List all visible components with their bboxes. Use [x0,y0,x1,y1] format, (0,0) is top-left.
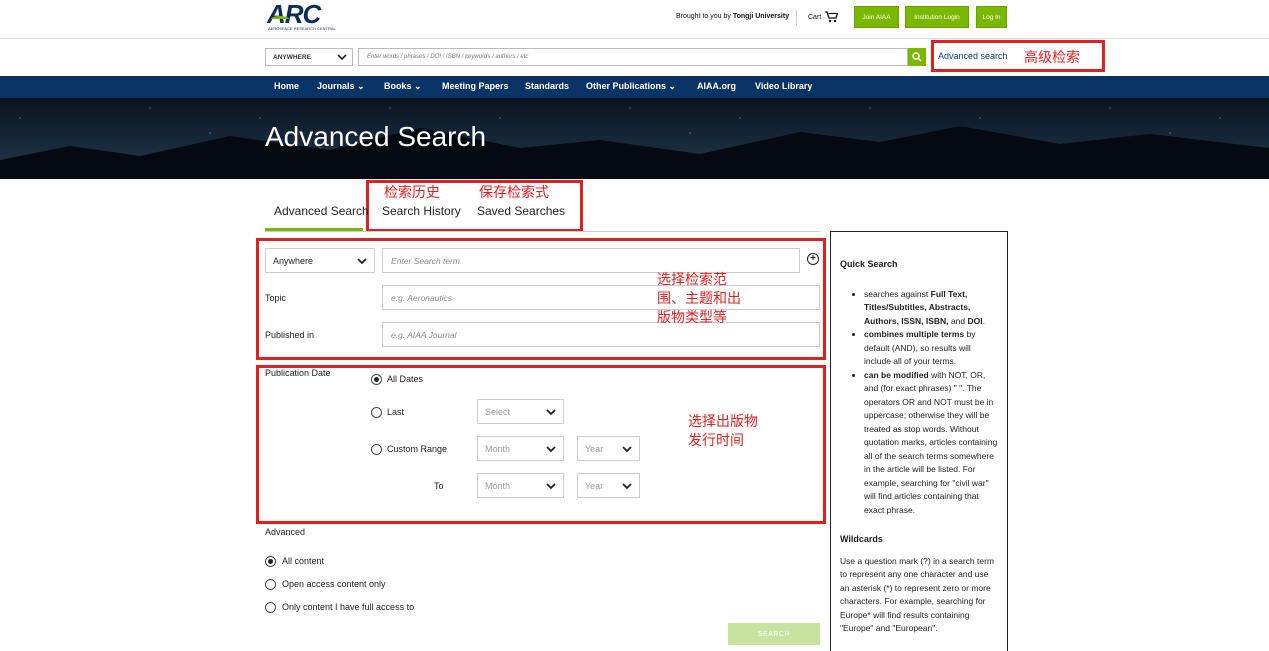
brought-to-you: Brought to you by Tongji University [676,13,790,20]
all-dates-label: All Dates [387,374,424,384]
annotation-advanced: 高级检索 [1024,50,1080,66]
list-item: can be modified with NOT, OR, and (for e… [864,369,998,518]
divider [0,38,1269,39]
help-list: searches against Full Text, Titles/Subti… [840,288,998,518]
from-year-select[interactable]: Year [577,436,640,461]
active-tab-indicator [265,228,363,231]
search-button[interactable] [908,48,926,66]
open-access-label: Open access content only [282,579,386,589]
arc-logo[interactable]: ARC AEROSPACE RESEARCH CENTRAL [267,0,337,34]
published-in-input[interactable]: e.g. AIAA Journal [382,322,820,347]
top-bar: ARC AEROSPACE RESEARCH CENTRAL Brought t… [0,0,1269,38]
mountain-silhouette [0,126,1269,179]
tab-saved-searches[interactable]: Saved Searches [477,204,565,218]
chevron-down-icon [337,54,347,61]
logo-swoosh-icon [271,16,289,22]
radio-full-access[interactable] [265,602,276,613]
chevron-down-icon: ⌄ [668,81,677,91]
add-field-icon[interactable]: + [807,253,819,265]
search-input[interactable]: Enter words / phrases / DOI / ISBN / key… [358,48,908,66]
chevron-down-icon [546,483,556,490]
last-label: Last [387,407,405,417]
last-period-select[interactable]: Select [477,399,564,424]
tab-divider [265,231,820,232]
list-item: searches against Full Text, Titles/Subti… [864,288,998,329]
chevron-down-icon: ⌄ [357,81,365,91]
tab-advanced-search[interactable]: Advanced Search [274,204,369,218]
join-aiaa-button[interactable]: Join AIAA [854,6,899,28]
nav-other-publications[interactable]: Other Publications ⌄ [586,81,676,92]
wildcards-text: Use a question mark (?) in a search term… [840,555,995,634]
to-month-select[interactable]: Month [477,473,564,498]
to-label: To [434,481,444,491]
from-month-select[interactable]: Month [477,436,564,461]
chevron-down-icon [622,446,632,453]
hero-banner: Advanced Search [0,98,1269,179]
cart-link[interactable]: Cart [808,11,839,23]
topic-label: Topic [265,293,287,303]
cart-label: Cart [808,13,822,21]
full-access-label: Only content I have full access to [282,602,415,612]
nav-meeting-papers[interactable]: Meeting Papers [442,81,509,91]
chevron-down-icon: ⌄ [414,81,422,91]
chevron-down-icon [622,483,632,490]
login-button[interactable]: Log In [976,6,1007,28]
page-title: Advanced Search [265,121,487,152]
search-scope-select[interactable]: ANYWHERE [265,48,353,66]
published-in-label: Published in [265,330,315,340]
annotation-date: 选择出版物 发行时间 [688,414,758,449]
nav-aiaa-org[interactable]: AIAA.org [697,81,736,91]
nav-home[interactable]: Home [274,81,299,91]
chevron-down-icon [357,258,367,265]
logo-subtitle: AEROSPACE RESEARCH CENTRAL [268,26,336,31]
list-item: combines multiple terms by default (AND)… [864,328,998,369]
submit-search-button[interactable]: SEARCH [728,623,820,645]
nav-journals[interactable]: Journals ⌄ [317,81,365,92]
annotation-history: 检索历史 [384,185,440,201]
wildcards-heading: Wildcards [840,534,883,544]
tab-search-history[interactable]: Search History [382,204,461,218]
nav-standards[interactable]: Standards [525,81,569,91]
custom-range-label: Custom Range [387,444,448,454]
radio-last[interactable] [371,407,382,418]
all-content-label: All content [282,556,325,566]
nav-video-library[interactable]: Video Library [755,81,812,91]
chevron-down-icon [546,409,556,416]
main-nav: Home Journals ⌄ Books ⌄ Meeting Papers S… [0,76,1269,98]
search-icon [912,52,922,62]
radio-all-content[interactable] [265,556,276,567]
advanced-label: Advanced [265,527,306,537]
nav-books[interactable]: Books ⌄ [384,81,422,92]
advanced-search-link[interactable]: Advanced search [938,51,1008,61]
field-scope-select[interactable]: Anywhere [265,248,375,273]
to-year-select[interactable]: Year [577,473,640,498]
radio-all-dates[interactable] [371,374,382,385]
institution-login-button[interactable]: Institution Login [905,6,969,28]
help-sidebar: Quick Search searches against Full Text,… [830,231,1008,651]
publication-date-label: Publication Date [265,368,331,378]
cart-icon [825,11,839,23]
annotation-saved: 保存检索式 [479,185,549,201]
quick-search-heading: Quick Search [840,259,898,269]
search-term-input[interactable]: Enter Search term [382,248,800,273]
radio-custom-range[interactable] [371,444,382,455]
divider [796,10,797,26]
annotation-scope: 选择检索范 围、主题和出 版物类型等 [657,272,741,326]
radio-open-access[interactable] [265,579,276,590]
chevron-down-icon [546,446,556,453]
institution-name: Tongji University [732,13,790,20]
topic-input[interactable]: e.g. Aeronautics [382,285,820,310]
